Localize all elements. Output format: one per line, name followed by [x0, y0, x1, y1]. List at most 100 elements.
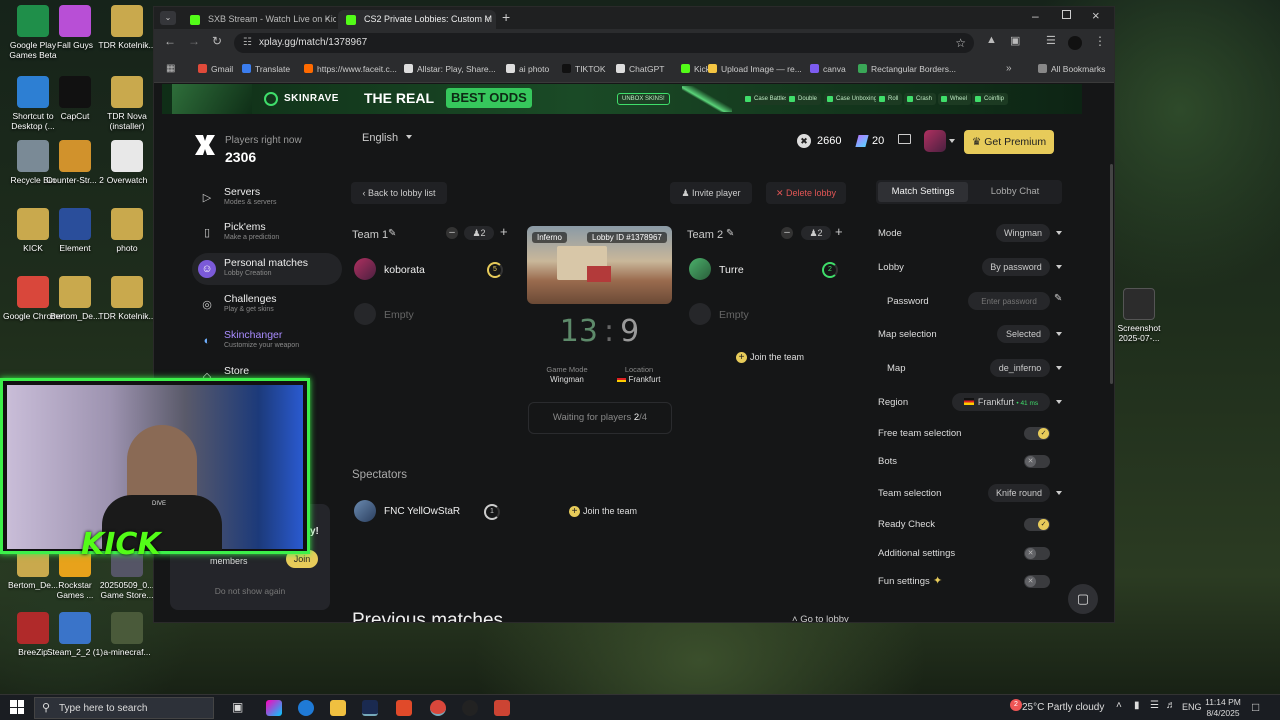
tab-match-settings[interactable]: Match Settings [878, 182, 968, 202]
close-window-icon[interactable]: × [1092, 8, 1100, 23]
banner-link[interactable]: Double [786, 93, 822, 105]
obs-icon[interactable] [462, 700, 478, 716]
tab-kick-stream[interactable]: SXB Stream - Watch Live on Kic × [182, 10, 336, 29]
team-selection-select[interactable]: Knife round [988, 484, 1050, 502]
chevron-down-icon[interactable] [949, 139, 955, 143]
profile-avatar[interactable] [1068, 36, 1082, 50]
forward-icon[interactable]: → [188, 34, 200, 48]
chevron-down-icon[interactable] [1056, 366, 1062, 370]
spectator-avatar[interactable] [354, 500, 376, 522]
language-select[interactable]: English [362, 132, 413, 144]
close-tab-icon[interactable]: × [485, 10, 490, 29]
file-explorer-icon[interactable] [330, 700, 346, 716]
chevron-down-icon[interactable] [1056, 491, 1062, 495]
menu-icon[interactable]: ⋮ [1094, 34, 1106, 48]
bookmark-item[interactable]: Translate [242, 64, 290, 74]
taskbar-search[interactable]: ⚲ Type here to search [34, 697, 214, 719]
player-avatar[interactable] [354, 258, 376, 280]
puzzle-icon[interactable]: ▣ [1010, 34, 1020, 47]
sidebar-item[interactable]: ◎ Challenges Play & get skins [192, 289, 342, 321]
map-select[interactable]: de_inferno [990, 359, 1050, 377]
sidebar-item[interactable]: ▷ Servers Modes & servers [192, 182, 342, 214]
go-to-lobby-button[interactable]: ˄ Go to lobby [792, 614, 849, 622]
banner-link[interactable]: Crash [904, 93, 937, 105]
back-icon[interactable]: ← [164, 34, 176, 48]
delete-lobby-button[interactable]: ✕ Delete lobby [766, 182, 846, 204]
weather-widget[interactable]: 25°C Partly cloudy [1022, 702, 1104, 713]
fun-settings-toggle[interactable]: ✕ [1024, 575, 1050, 588]
edit-team1-icon[interactable]: ✎ [388, 228, 396, 239]
extension-icon[interactable]: ▲ [986, 34, 997, 46]
bookmark-item[interactable]: Rectangular Borders... [858, 64, 956, 74]
minimize-icon[interactable]: – [1032, 9, 1039, 23]
banner-link[interactable]: Wheel [938, 93, 972, 105]
task-view-icon[interactable]: ▣ [232, 700, 248, 716]
site-info-icon[interactable]: ☷ [243, 33, 252, 53]
edge-icon[interactable] [298, 700, 314, 716]
bookmark-item[interactable]: TIKTOK [562, 64, 606, 74]
additional-settings-toggle[interactable]: ✕ [1024, 547, 1050, 560]
ready-check-toggle[interactable]: ✓ [1024, 518, 1050, 531]
tab-lobby-chat[interactable]: Lobby Chat [970, 182, 1060, 202]
region-select[interactable]: Frankfurt • 41 ms [952, 393, 1050, 411]
join-team2-button[interactable]: + Join the team [736, 352, 804, 363]
plus-icon[interactable]: + [500, 224, 508, 239]
banner-link[interactable]: Roll [876, 93, 903, 105]
do-not-show-link[interactable]: Do not show again [170, 586, 330, 596]
xplay-logo-icon[interactable] [192, 132, 218, 158]
minus-icon[interactable]: – [446, 227, 458, 239]
skinrave-banner[interactable]: SKINRAVE THE REAL BEST ODDS UNBOX SKINS!… [162, 84, 1082, 114]
chevron-down-icon[interactable] [1056, 400, 1062, 404]
tab-search-icon[interactable]: ⌄ [160, 11, 176, 25]
mode-select[interactable]: Wingman [996, 224, 1050, 242]
desktop-icon[interactable]: TDR Kotelnik... [96, 276, 158, 321]
sidebar-item[interactable]: ☺ Personal matches Lobby Creation [192, 253, 342, 285]
support-chat-icon[interactable]: ▢ [1068, 584, 1098, 614]
banner-link[interactable]: Coinflip [972, 93, 1009, 105]
desktop-icon[interactable]: TDR Kotelnik... [96, 5, 158, 50]
bookmark-item[interactable]: Upload Image — re... [708, 64, 802, 74]
banner-link[interactable]: Case Unboxing [824, 93, 882, 105]
close-tab-icon[interactable]: × [325, 10, 330, 29]
tray-chevron-icon[interactable]: ˄ [1116, 700, 1122, 711]
star-icon[interactable]: ☆ [955, 33, 966, 53]
edit-team2-icon[interactable]: ✎ [726, 228, 734, 239]
chevron-down-icon[interactable] [1056, 332, 1062, 336]
bots-toggle[interactable]: ✕ [1024, 455, 1050, 468]
minus-icon[interactable]: – [781, 227, 793, 239]
bookmark-item[interactable]: Kick [681, 64, 710, 74]
desktop-icon[interactable]: TDR Nova (installer) [96, 76, 158, 131]
chevron-down-icon[interactable] [1056, 231, 1062, 235]
brave-icon[interactable] [396, 700, 412, 716]
bookmark-item[interactable]: ChatGPT [616, 64, 664, 74]
lobby-select[interactable]: By password [982, 258, 1050, 276]
banner-link[interactable]: Case Battles [742, 93, 793, 105]
network-icon[interactable]: ☰ [1150, 700, 1159, 711]
apps-icon[interactable]: ▦ [166, 63, 175, 74]
bookmark-item[interactable]: https://www.faceit.c... [304, 64, 397, 74]
scrollbar[interactable] [1110, 164, 1113, 384]
steam-icon[interactable] [362, 700, 378, 716]
player-avatar[interactable] [689, 258, 711, 280]
notifications-icon[interactable]: □ [1252, 700, 1259, 714]
join-spectators-button[interactable]: + Join the team [569, 506, 637, 517]
desktop-icon[interactable]: photo [96, 208, 158, 253]
chevron-down-icon[interactable] [1056, 265, 1062, 269]
sidebar-item[interactable]: ◐ Skinchanger Customize your weapon [192, 325, 342, 357]
back-to-lobby-list-button[interactable]: ‹ Back to lobby list [351, 182, 447, 204]
all-bookmarks-link[interactable]: All Bookmarks [1038, 64, 1105, 74]
mic-icon[interactable]: ▮ [1134, 700, 1140, 711]
desktop-icon[interactable]: a-minecraf... [96, 612, 158, 657]
desktop-icon-screenshot[interactable]: Screenshot 2025-07-... [1108, 288, 1170, 343]
invite-player-button[interactable]: ♟ Invite player [670, 182, 752, 204]
media-icon[interactable]: ☰ [1046, 34, 1056, 47]
bookmark-item[interactable]: canva [810, 64, 846, 74]
bookmark-item[interactable]: Allstar: Play, Share... [404, 64, 496, 74]
mail-icon[interactable] [898, 134, 911, 144]
new-tab-icon[interactable]: + [502, 9, 510, 25]
chrome-icon[interactable] [430, 700, 446, 716]
free-team-selection-toggle[interactable]: ✓ [1024, 427, 1050, 440]
volume-icon[interactable]: ♬ [1166, 700, 1176, 711]
shield-icon[interactable] [494, 700, 510, 716]
maximize-icon[interactable] [1062, 10, 1071, 19]
